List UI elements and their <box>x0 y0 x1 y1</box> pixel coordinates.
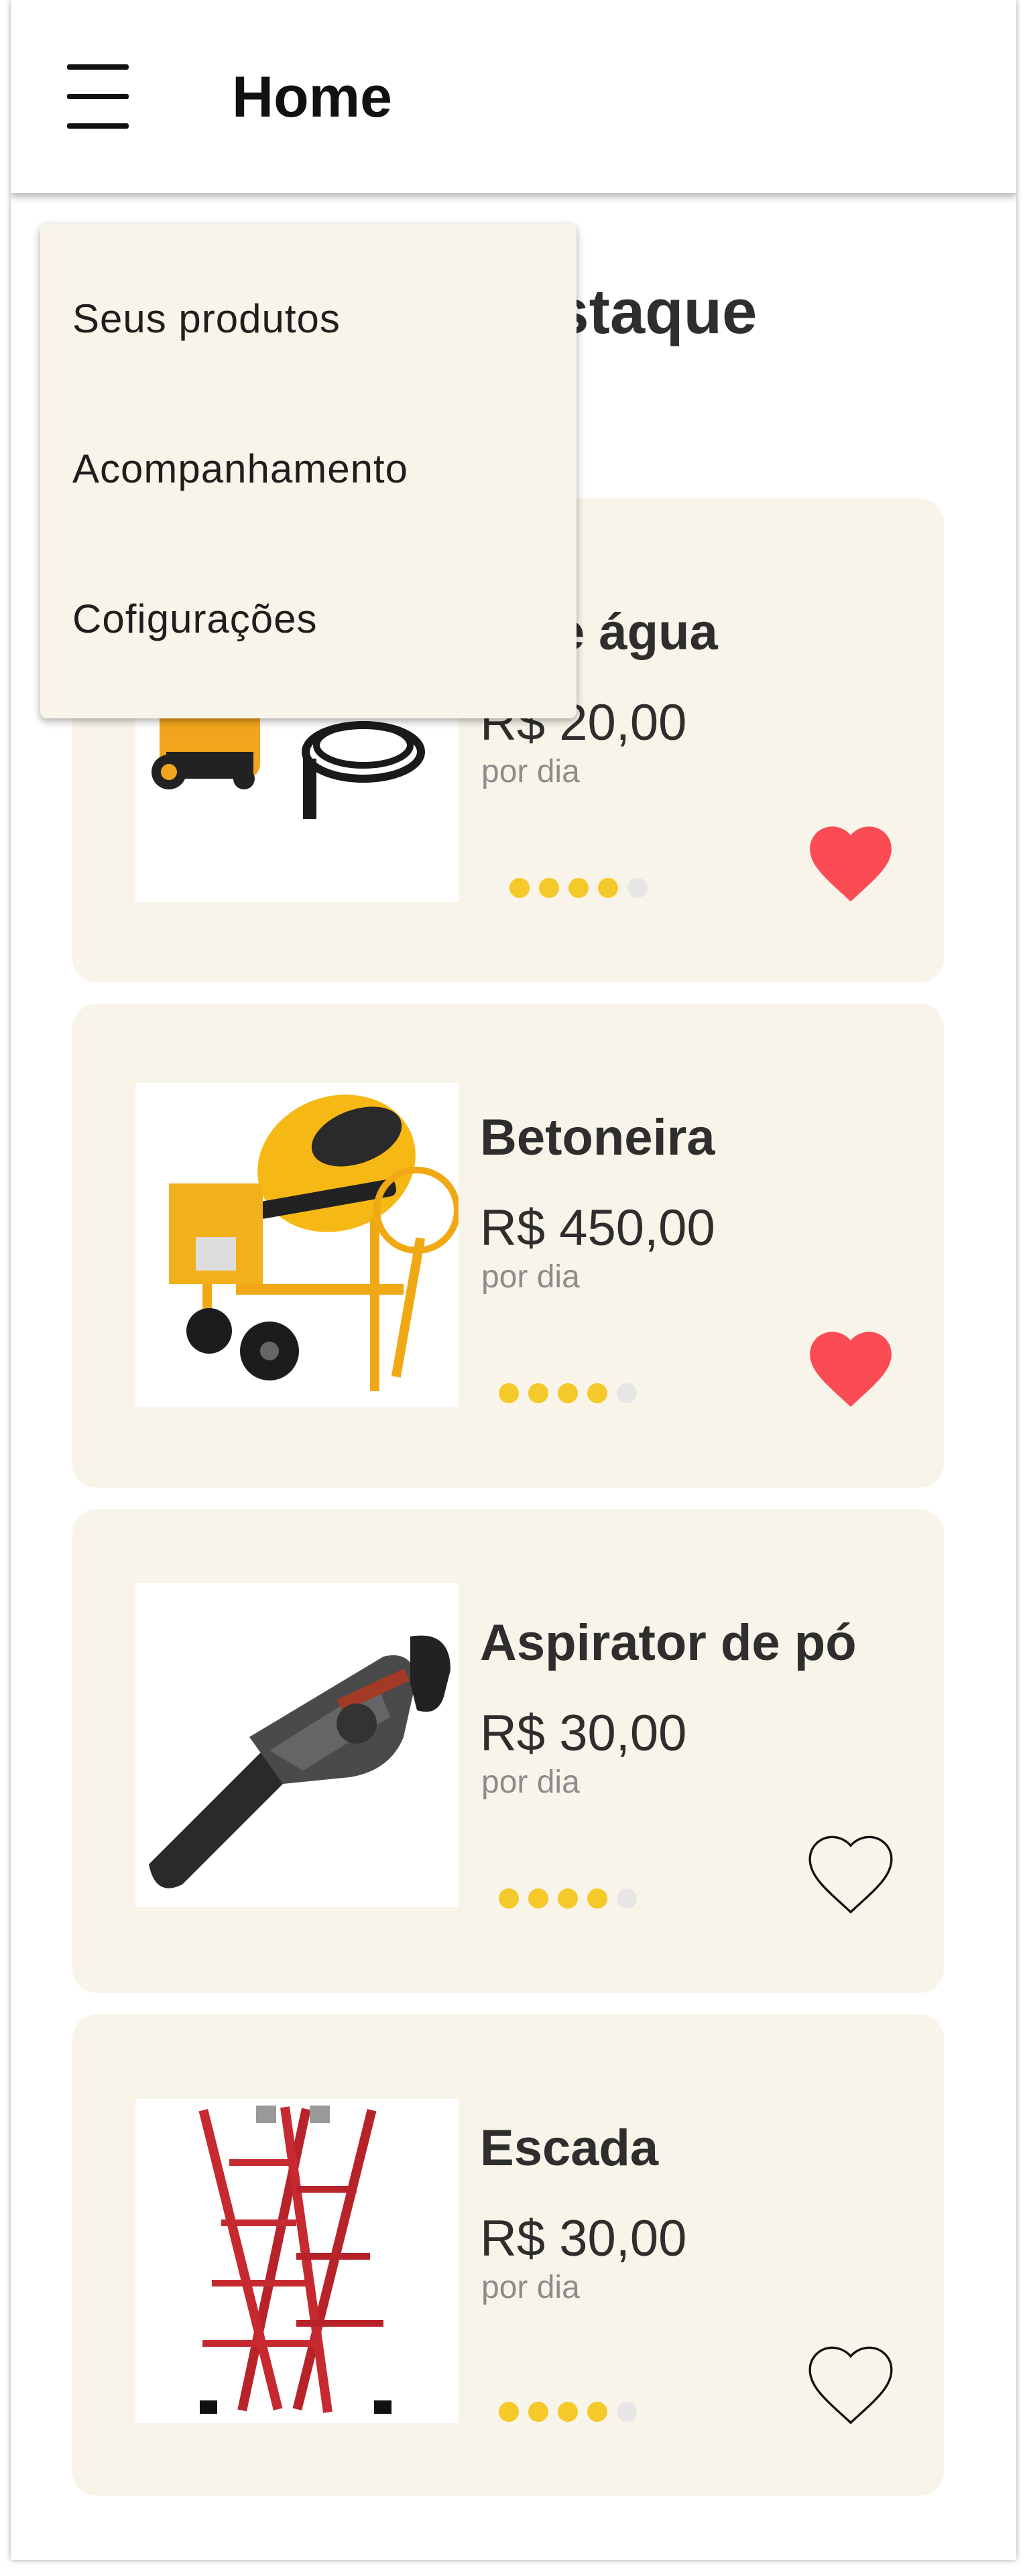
product-image <box>135 2099 459 2423</box>
rating-dot-filled <box>499 1383 519 1403</box>
price-unit: por dia <box>481 1259 580 1295</box>
rating-dot-empty <box>617 1888 637 1909</box>
rating-dots <box>499 1383 637 1403</box>
rating-dot-empty <box>617 1383 637 1403</box>
rating-dot-filled <box>558 2402 578 2422</box>
favorite-heart-icon[interactable] <box>802 814 900 905</box>
rating-dot-filled <box>587 1383 607 1403</box>
rating-dot-filled <box>558 1888 578 1909</box>
page-title: Home <box>232 65 392 129</box>
app-screen: Home Produtos em destaque <box>11 0 1016 2560</box>
favorite-heart-icon[interactable] <box>802 1319 900 1410</box>
rating-dot-filled <box>539 878 559 898</box>
hamburger-menu-icon[interactable] <box>67 64 129 129</box>
product-image <box>135 1083 459 1407</box>
rating-dots <box>499 1888 637 1909</box>
product-card[interactable]: Betoneira R$ 450,00 por dia <box>72 1004 944 1488</box>
vacuum-cleaner-image <box>135 1583 459 1907</box>
ladder-image <box>135 2099 459 2423</box>
rating-dot-filled <box>499 2402 519 2422</box>
product-price: R$ 30,00 <box>480 2210 687 2267</box>
rating-dot-filled <box>587 1888 607 1909</box>
navigation-dropdown-menu: Seus produtos Acompanhamento Cofiguraçõe… <box>40 224 577 718</box>
price-unit: por dia <box>481 754 580 789</box>
rating-dot-filled <box>509 878 530 898</box>
product-name: Aspirator de pó <box>480 1614 857 1671</box>
rating-dot-empty <box>617 2402 637 2422</box>
concrete-mixer-image <box>135 1083 459 1407</box>
rating-dots <box>499 2402 637 2422</box>
app-bar: Home <box>11 0 1016 193</box>
menu-item-seus-produtos[interactable]: Seus produtos <box>40 244 577 394</box>
menu-item-acompanhamento[interactable]: Acompanhamento <box>40 394 577 544</box>
product-card[interactable]: Aspirator de pó R$ 30,00 por dia <box>72 1509 944 1993</box>
rating-dots <box>509 878 648 898</box>
product-name: Escada <box>480 2120 659 2177</box>
favorite-heart-outline-icon[interactable] <box>802 2335 900 2426</box>
rating-dot-filled <box>587 2402 607 2422</box>
product-price: R$ 30,00 <box>480 1705 687 1762</box>
menu-item-configuracoes[interactable]: Cofigurações <box>40 544 577 694</box>
favorite-heart-outline-icon[interactable] <box>802 1824 900 1915</box>
product-image <box>135 1583 459 1907</box>
product-card[interactable]: Escada R$ 30,00 por dia <box>72 2014 944 2496</box>
rating-dot-filled <box>528 1888 548 1909</box>
rating-dot-filled <box>499 1888 519 1909</box>
rating-dot-filled <box>528 2402 548 2422</box>
rating-dot-filled <box>528 1383 548 1403</box>
rating-dot-empty <box>627 878 648 898</box>
product-price: R$ 450,00 <box>480 1200 715 1257</box>
rating-dot-filled <box>558 1383 578 1403</box>
product-name: Betoneira <box>480 1109 715 1166</box>
rating-dot-filled <box>598 878 618 898</box>
rating-dot-filled <box>568 878 589 898</box>
price-unit: por dia <box>481 1764 580 1800</box>
price-unit: por dia <box>481 2270 580 2305</box>
